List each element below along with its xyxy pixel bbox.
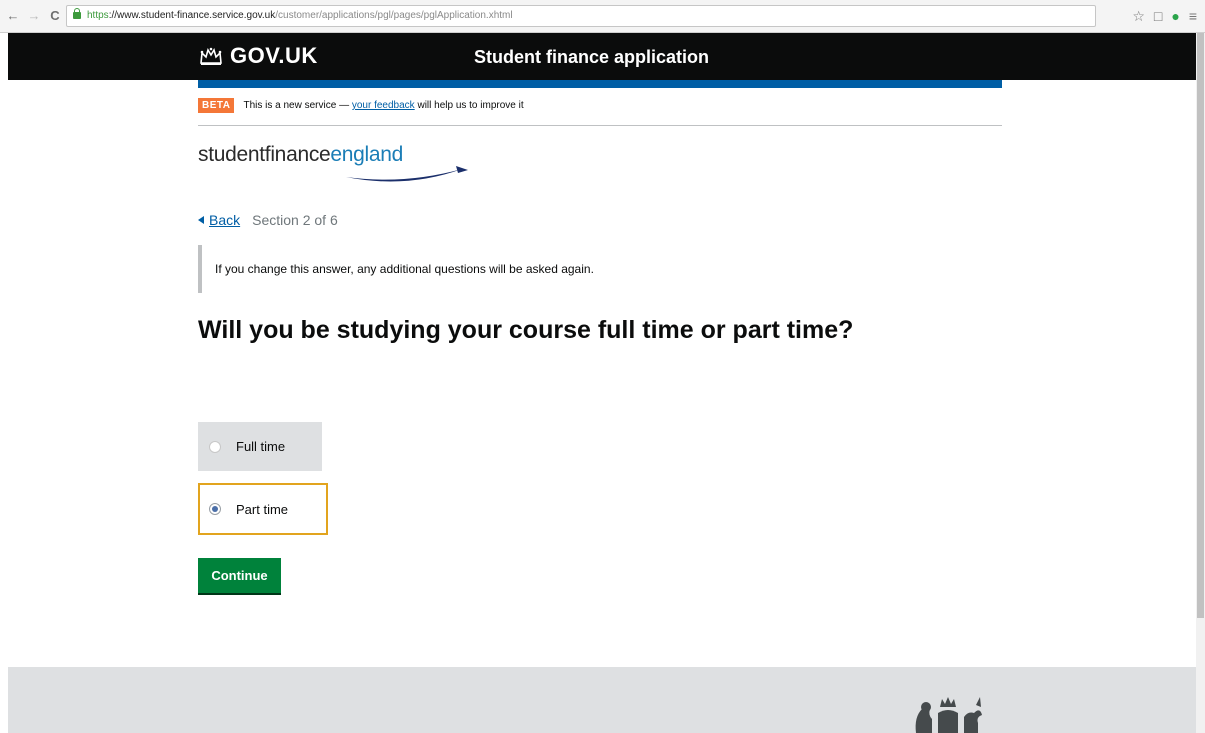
continue-button[interactable]: Continue: [198, 558, 281, 593]
back-row: Back Section 2 of 6: [198, 212, 338, 228]
star-icon[interactable]: ☆: [1132, 7, 1145, 25]
url-scheme: https: [87, 10, 109, 21]
beta-tag: BETA: [198, 98, 235, 113]
govuk-logo-text: GOV.UK: [230, 43, 318, 68]
header-blue-bar: [198, 80, 1002, 88]
option-part-time[interactable]: Part time: [198, 483, 328, 535]
govuk-header: GOV.UK Student finance application: [8, 33, 1196, 80]
beta-banner: BETA This is a new service — your feedba…: [198, 98, 1002, 126]
page-scrollbar[interactable]: [1196, 33, 1205, 733]
section-indicator: Section 2 of 6: [252, 212, 338, 228]
option-full-time-label: Full time: [236, 439, 286, 454]
reload-icon[interactable]: C: [48, 9, 62, 23]
beta-text-after: will help us to improve it: [414, 100, 524, 111]
back-triangle-icon: [198, 216, 204, 224]
crown-icon: [200, 47, 222, 65]
extension-green-icon[interactable]: ●: [1171, 7, 1179, 25]
option-part-time-label: Part time: [236, 501, 289, 517]
menu-icon[interactable]: ≡: [1189, 7, 1197, 25]
feedback-link[interactable]: your feedback: [352, 100, 415, 111]
beta-text: This is a new service — your feedback wi…: [243, 98, 523, 114]
sfe-logo: studentfinanceengland: [198, 143, 468, 183]
royal-coat-of-arms-icon: [915, 697, 982, 733]
address-bar[interactable]: https://www.student-finance.service.gov.…: [66, 5, 1096, 27]
lock-icon: [73, 8, 81, 19]
browser-actions: ☆ □ ● ≡: [1132, 7, 1197, 25]
browser-toolbar: ← → C https://www.student-finance.servic…: [0, 0, 1205, 33]
scrollbar-thumb[interactable]: [1197, 33, 1204, 618]
option-full-time[interactable]: Full time: [198, 422, 322, 471]
back-arrow-icon[interactable]: ←: [6, 9, 20, 23]
inset-text: If you change this answer, any additiona…: [198, 245, 798, 293]
swoosh-icon: [346, 166, 468, 182]
forward-arrow-icon[interactable]: →: [27, 9, 41, 23]
radio-full-time[interactable]: [209, 440, 221, 453]
beta-text-before: This is a new service —: [243, 100, 352, 111]
govuk-logo[interactable]: GOV.UK: [198, 43, 318, 69]
service-name[interactable]: Student finance application: [474, 47, 709, 68]
radio-part-time[interactable]: [209, 503, 221, 515]
footer: [8, 667, 1196, 733]
url-path: /customer/applications/pgl/pages/pglAppl…: [275, 10, 513, 21]
question-heading: Will you be studying your course full ti…: [198, 316, 854, 344]
back-link[interactable]: Back: [209, 212, 240, 228]
extension-square-icon[interactable]: □: [1154, 7, 1162, 25]
sfe-logo-word1: studentfinance: [198, 143, 331, 166]
url-host: ://www.student-finance.service.gov.uk: [108, 10, 276, 21]
